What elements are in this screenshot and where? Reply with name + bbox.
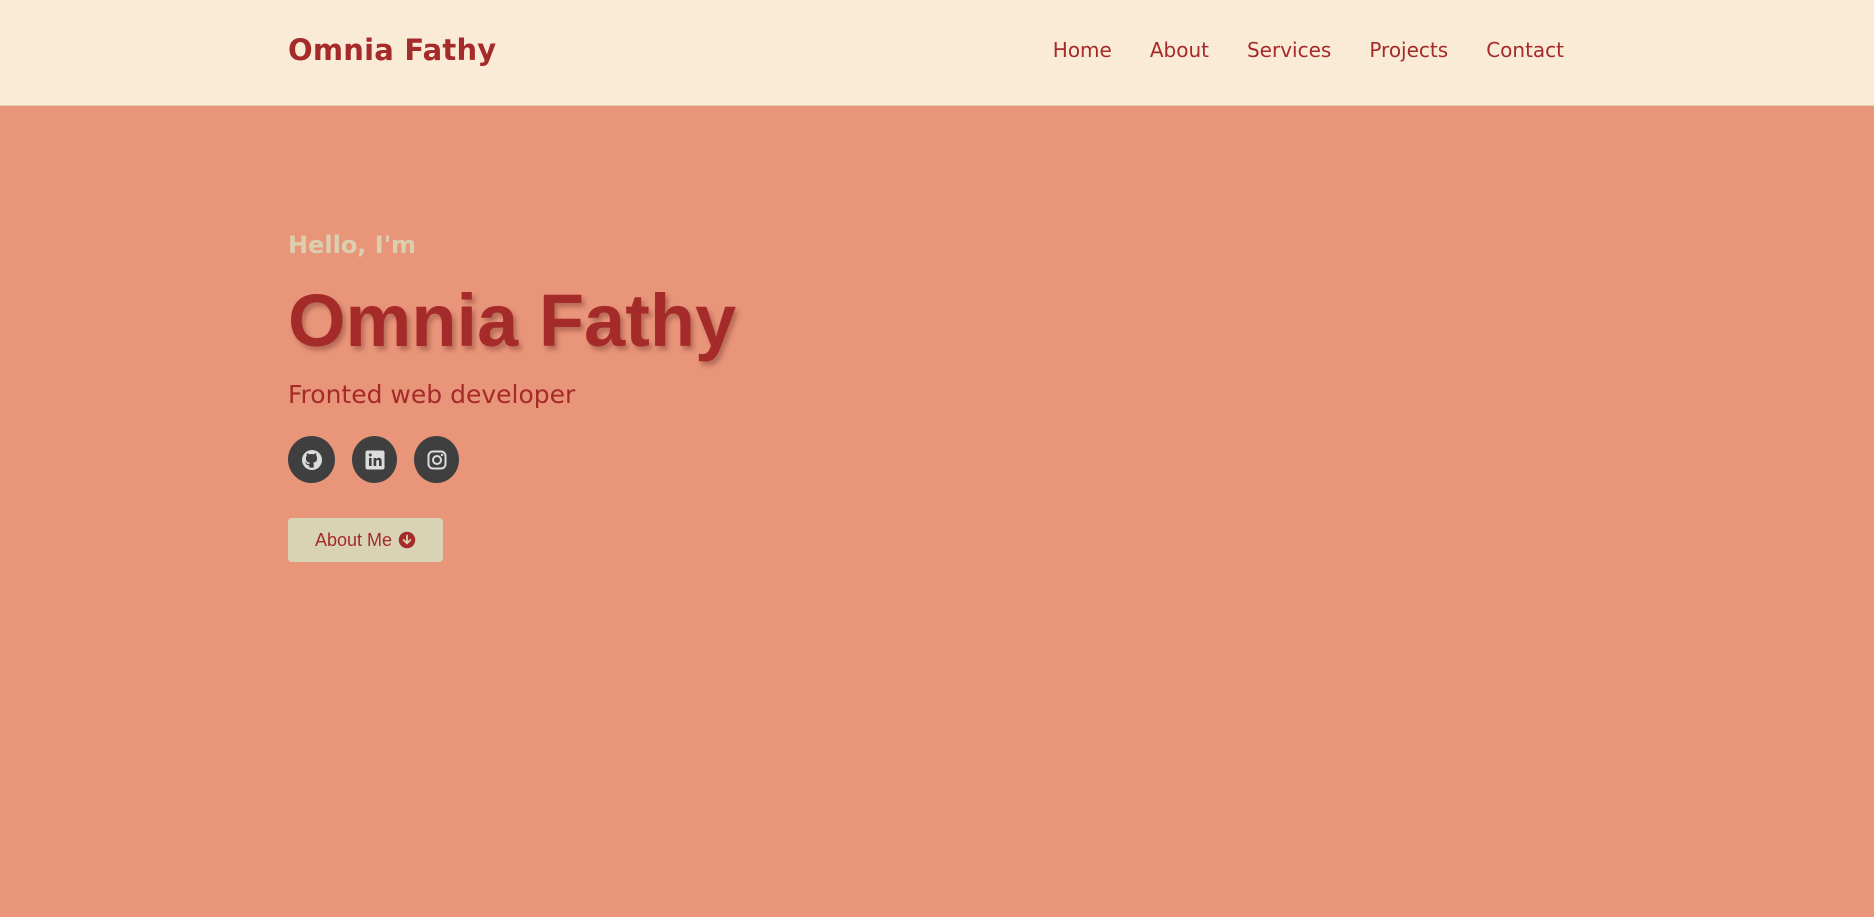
hero-greeting: Hello, I'm [288,231,417,259]
brand-logo[interactable]: Omnia Fathy [288,33,496,67]
social-links [288,436,459,483]
github-icon [301,449,322,470]
navbar: Omnia Fathy Home About Services Projects… [0,0,1874,106]
hero-role: Fronted web developer [288,380,576,409]
nav-link-about[interactable]: About [1150,38,1209,62]
hero-name: Omnia Fathy [288,279,737,362]
about-me-button[interactable]: About Me [288,518,443,562]
instagram-link[interactable] [414,436,459,483]
nav-link-contact[interactable]: Contact [1486,38,1564,62]
nav-links: Home About Services Projects Contact [1053,38,1564,62]
linkedin-link[interactable] [352,436,397,483]
linkedin-icon [365,450,384,469]
instagram-icon [427,450,446,469]
nav-link-projects[interactable]: Projects [1369,38,1448,62]
about-me-label: About Me [314,529,393,550]
nav-link-services[interactable]: Services [1247,38,1331,62]
github-link[interactable] [288,436,335,483]
hero-section: Hello, I'm Omnia Fathy Fronted web devel… [288,106,1588,917]
arrow-down-circle-icon [398,531,416,549]
nav-link-home[interactable]: Home [1053,38,1112,62]
